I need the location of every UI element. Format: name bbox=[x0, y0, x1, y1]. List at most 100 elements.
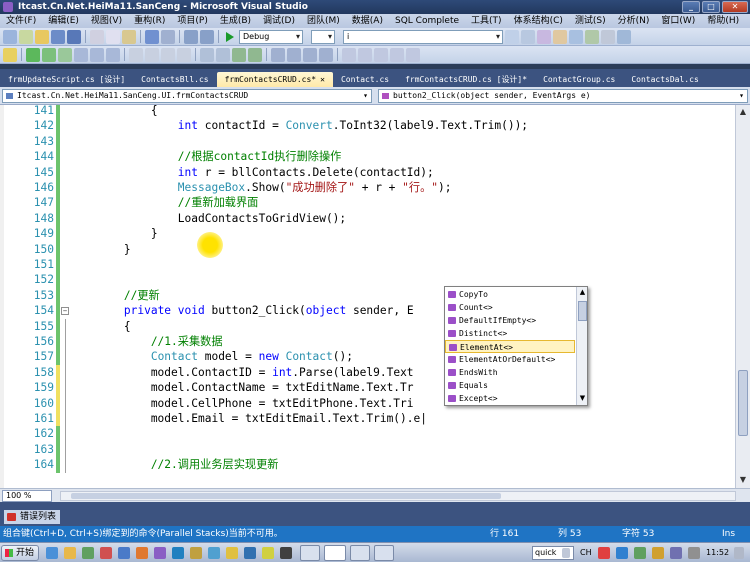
tab-close-icon[interactable]: ✕ bbox=[320, 75, 325, 84]
save-icon[interactable] bbox=[51, 29, 65, 44]
open-folder-icon[interactable] bbox=[35, 29, 49, 44]
intellisense-scroll-thumb[interactable] bbox=[578, 301, 587, 321]
code-line[interactable]: 142 int contactId = Convert.ToInt32(labe… bbox=[0, 118, 735, 134]
code-line[interactable]: 163 bbox=[0, 441, 735, 458]
intellisense-scrollbar[interactable]: ▲ ▼ bbox=[576, 287, 587, 405]
taskbar-button-3[interactable] bbox=[374, 545, 394, 561]
member-combo[interactable]: button2_Click(object sender, EventArgs e… bbox=[378, 89, 748, 103]
document-tab-2[interactable]: frmContactsCRUD.cs* ✕ bbox=[216, 72, 333, 87]
code-line[interactable]: 160 model.CellPhone = txtEditPhone.Text.… bbox=[0, 395, 735, 411]
extension-manager-icon[interactable] bbox=[601, 29, 615, 44]
start-page-icon[interactable] bbox=[585, 29, 599, 44]
code-line[interactable]: 151 bbox=[0, 257, 735, 273]
menu-item-6[interactable]: 调试(D) bbox=[257, 14, 301, 28]
code-line[interactable]: 144 //根据contactId执行删除操作 bbox=[0, 149, 735, 165]
menu-item-9[interactable]: SQL Complete bbox=[389, 14, 465, 28]
tasks-icon[interactable] bbox=[3, 47, 17, 62]
menu-item-2[interactable]: 视图(V) bbox=[85, 14, 128, 28]
code-line[interactable]: 150 } bbox=[0, 241, 735, 257]
completion-item[interactable]: CopyTo bbox=[445, 288, 575, 301]
code-editor[interactable]: 141 {142 int contactId = Convert.ToInt32… bbox=[0, 105, 735, 488]
completion-item[interactable]: Equals bbox=[445, 379, 575, 392]
object-browser-icon[interactable] bbox=[553, 29, 567, 44]
completion-item[interactable]: DefaultIfEmpty<> bbox=[445, 314, 575, 327]
scroll-thumb[interactable] bbox=[738, 370, 748, 436]
quick-info-icon[interactable] bbox=[161, 47, 175, 62]
language-indicator[interactable]: CH bbox=[580, 543, 592, 562]
volume-icon[interactable] bbox=[688, 547, 700, 559]
menu-item-7[interactable]: 团队(M) bbox=[301, 14, 346, 28]
step-over-icon[interactable] bbox=[90, 47, 104, 62]
app-icon-8[interactable] bbox=[226, 547, 238, 559]
completion-item[interactable]: EndsWith bbox=[445, 366, 575, 379]
menu-item-0[interactable]: 文件(F) bbox=[0, 14, 42, 28]
document-tab-3[interactable]: Contact.cs bbox=[333, 72, 397, 87]
bookmark-icon[interactable] bbox=[271, 47, 285, 62]
app-icon-3[interactable] bbox=[136, 547, 148, 559]
code-line[interactable]: 148 LoadContactsToGridView(); bbox=[0, 210, 735, 227]
code-line[interactable]: 164 //2.调用业务层实现更新 bbox=[0, 457, 735, 473]
platform-combo[interactable] bbox=[311, 29, 335, 44]
parameter-info-icon[interactable] bbox=[145, 47, 159, 62]
extract-method-icon[interactable] bbox=[58, 47, 72, 62]
menu-item-5[interactable]: 生成(B) bbox=[214, 14, 257, 28]
navigate-forward-icon[interactable] bbox=[200, 29, 214, 44]
new-project-icon[interactable] bbox=[3, 29, 17, 44]
intellisense-scroll-down-icon[interactable]: ▼ bbox=[577, 393, 587, 404]
app-icon-5[interactable] bbox=[172, 547, 184, 559]
app-icon-2[interactable] bbox=[118, 547, 130, 559]
code-line[interactable]: 154− private void button2_Click(object s… bbox=[0, 303, 735, 319]
app-icon-4[interactable] bbox=[154, 547, 166, 559]
save-all-icon[interactable] bbox=[67, 29, 81, 44]
copy-icon[interactable] bbox=[106, 29, 120, 44]
completion-item[interactable]: Except<> bbox=[445, 392, 575, 405]
document-tab-4[interactable]: frmContactsCRUD.cs [设计]* bbox=[397, 72, 535, 87]
app-icon-7[interactable] bbox=[208, 547, 220, 559]
clear-bookmarks-icon[interactable] bbox=[319, 47, 333, 62]
error-list-tab[interactable]: 错误列表 bbox=[4, 510, 61, 524]
code-line[interactable]: 159 model.ContactName = txtEditName.Text… bbox=[0, 380, 735, 396]
tab-order-icon[interactable] bbox=[406, 47, 420, 62]
menu-item-15[interactable]: 帮助(H) bbox=[701, 14, 745, 28]
clock[interactable]: 11:52 bbox=[706, 543, 729, 562]
editor-horizontal-scrollbar[interactable] bbox=[60, 491, 736, 501]
taskbar-button-1[interactable] bbox=[300, 545, 320, 561]
step-out-icon[interactable] bbox=[106, 47, 120, 62]
completion-item[interactable]: ElementAt<> bbox=[445, 340, 575, 353]
menu-item-14[interactable]: 窗口(W) bbox=[655, 14, 701, 28]
code-line[interactable]: 145 int r = bllContacts.Delete(contactId… bbox=[0, 164, 735, 180]
app-icon-1[interactable] bbox=[100, 547, 112, 559]
step-into-icon[interactable] bbox=[74, 47, 88, 62]
order-icon[interactable] bbox=[390, 47, 404, 62]
zoom-combo[interactable]: 100 % bbox=[2, 490, 52, 502]
add-item-icon[interactable] bbox=[19, 29, 33, 44]
folder-icon[interactable] bbox=[64, 547, 76, 559]
completion-item[interactable]: Count<> bbox=[445, 301, 575, 314]
rename-icon[interactable] bbox=[42, 47, 56, 62]
start-debugging-icon[interactable] bbox=[226, 31, 234, 42]
code-line[interactable]: 149 } bbox=[0, 226, 735, 242]
menu-item-11[interactable]: 体系结构(C) bbox=[508, 14, 569, 28]
align-icon[interactable] bbox=[374, 47, 388, 62]
menu-item-8[interactable]: 数据(A) bbox=[346, 14, 389, 28]
ie-icon[interactable] bbox=[46, 547, 58, 559]
find-combo[interactable]: i bbox=[343, 29, 503, 44]
properties-icon[interactable] bbox=[537, 29, 551, 44]
taskbar-button-2[interactable] bbox=[350, 545, 370, 561]
tray-icon-1[interactable] bbox=[598, 547, 610, 559]
paste-icon[interactable] bbox=[122, 29, 136, 44]
close-button[interactable]: ✕ bbox=[722, 1, 748, 13]
taskbar-button-vs[interactable] bbox=[324, 545, 346, 561]
menu-item-3[interactable]: 重构(R) bbox=[128, 14, 171, 28]
collapse-icon[interactable]: − bbox=[61, 307, 69, 316]
format-icon[interactable] bbox=[342, 47, 356, 62]
tray-icon-2[interactable] bbox=[616, 547, 628, 559]
scroll-down-icon[interactable]: ▼ bbox=[737, 474, 749, 486]
solution-explorer-icon[interactable] bbox=[521, 29, 535, 44]
menu-item-13[interactable]: 分析(N) bbox=[612, 14, 656, 28]
find-in-files-icon[interactable] bbox=[505, 29, 519, 44]
code-line[interactable]: 155 { bbox=[0, 318, 735, 334]
code-line[interactable]: 141 { bbox=[0, 105, 735, 119]
code-line[interactable]: 161 model.Email = txtEditEmail.Text.Trim… bbox=[0, 411, 735, 427]
completion-item[interactable]: Distinct<> bbox=[445, 327, 575, 340]
